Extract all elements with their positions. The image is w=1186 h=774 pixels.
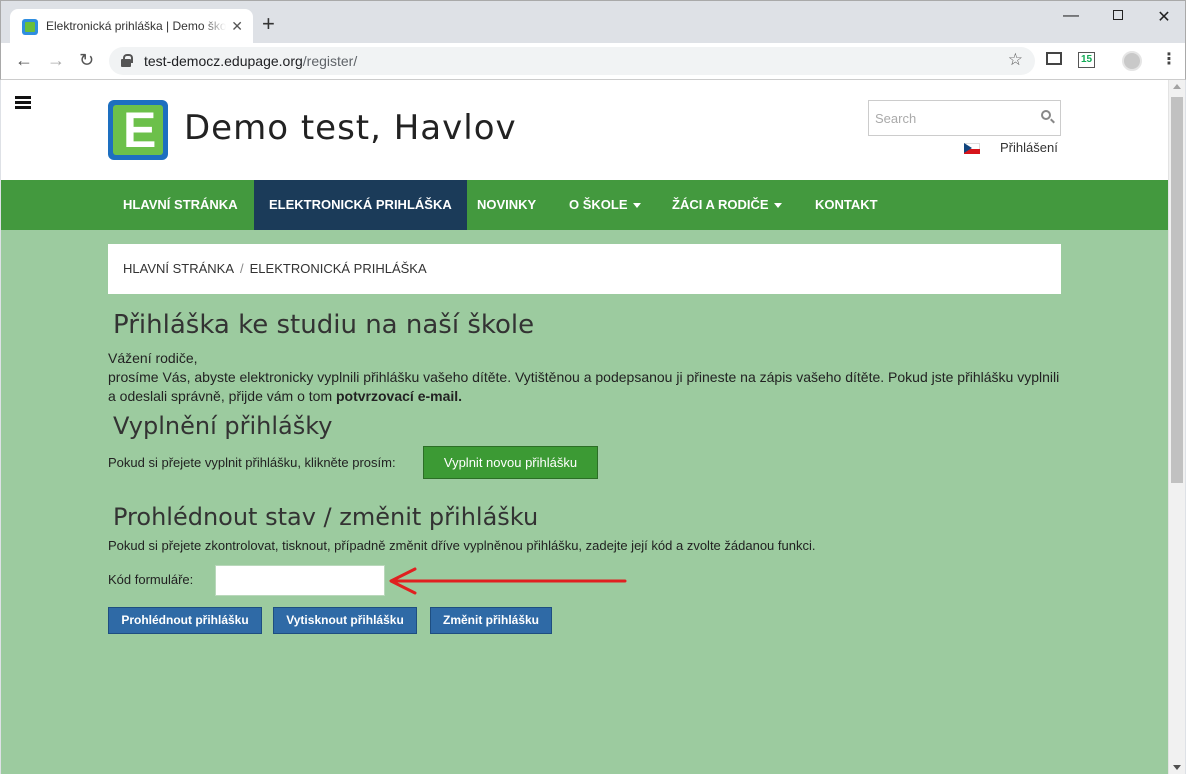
view-application-button[interactable]: Prohlédnout přihlášku bbox=[108, 607, 262, 634]
breadcrumb-current[interactable]: ELEKTRONICKÁ PRIHLÁŠKA bbox=[250, 261, 427, 276]
view-heading: Prohlédnout stav / změnit přihlášku bbox=[113, 503, 539, 531]
site-title[interactable]: Demo test, Havlov bbox=[184, 108, 517, 148]
breadcrumb: HLAVNÍ STRÁNKA / ELEKTRONICKÁ PRIHLÁŠKA bbox=[108, 244, 1061, 294]
fill-instruction: Pokud si přejete vyplnit přihlášku, klik… bbox=[108, 455, 396, 470]
view-instruction: Pokud si přejete zkontrolovat, tisknout,… bbox=[108, 538, 816, 553]
nav-item-about-school[interactable]: O ŠKOLE bbox=[554, 180, 656, 230]
fill-new-application-button[interactable]: Vyplnit novou přihlášku bbox=[423, 446, 598, 479]
back-button[interactable]: ← bbox=[15, 50, 33, 71]
nav-item-contact[interactable]: KONTAKT bbox=[800, 180, 893, 230]
page-viewport: E Demo test, Havlov Přihlášení HLAVNÍ ST… bbox=[1, 80, 1168, 774]
intro-text: Vážení rodiče, prosíme Vás, abyste elekt… bbox=[108, 349, 1068, 406]
nav-item-electronic-application[interactable]: ELEKTRONICKÁ PRIHLÁŠKA bbox=[254, 180, 467, 230]
lock-icon bbox=[121, 54, 133, 67]
forward-button[interactable]: → bbox=[47, 50, 65, 71]
browser-toolbar: ← → ↻ test-democz.edupage.org/register/ … bbox=[0, 43, 1186, 80]
chevron-down-icon bbox=[773, 203, 782, 209]
form-code-input[interactable] bbox=[215, 565, 385, 596]
tab-close-icon[interactable]: ✕ bbox=[231, 18, 243, 35]
fill-heading: Vyplnění přihlášky bbox=[113, 412, 333, 440]
nav-label: O ŠKOLE bbox=[569, 197, 628, 212]
window-minimize-button[interactable]: — bbox=[1059, 7, 1083, 27]
nav-item-students-parents[interactable]: ŽÁCI A RODIČE bbox=[657, 180, 797, 230]
site-header: E Demo test, Havlov Přihlášení bbox=[1, 80, 1168, 180]
browser-tab[interactable]: Elektronická prihláška | Demo škola ✕ bbox=[10, 9, 253, 45]
change-application-button[interactable]: Změnit přihlášku bbox=[430, 607, 552, 634]
scroll-up-arrow-icon[interactable] bbox=[1173, 84, 1181, 89]
intro-greeting: Vážení rodiče, bbox=[108, 350, 198, 366]
form-code-label: Kód formuláře: bbox=[108, 572, 194, 587]
nav-item-news[interactable]: NOVINKY bbox=[462, 180, 551, 230]
nav-label: ŽÁCI A RODIČE bbox=[672, 197, 769, 212]
breadcrumb-separator: / bbox=[240, 261, 244, 276]
bookmark-star-icon[interactable]: ☆ bbox=[1008, 50, 1023, 70]
login-link[interactable]: Přihlášení bbox=[1000, 140, 1058, 155]
print-application-button[interactable]: Vytisknout přihlášku bbox=[273, 607, 417, 634]
nav-label: NOVINKY bbox=[477, 197, 537, 212]
profile-avatar[interactable] bbox=[1122, 51, 1142, 71]
chevron-down-icon bbox=[632, 203, 641, 209]
cast-icon[interactable] bbox=[1046, 52, 1062, 65]
search-input[interactable] bbox=[869, 101, 1029, 135]
nav-label: ELEKTRONICKÁ PRIHLÁŠKA bbox=[269, 197, 452, 212]
main-navigation: HLAVNÍ STRÁNKA ELEKTRONICKÁ PRIHLÁŠKA NO… bbox=[1, 180, 1168, 230]
intro-bold: potvrzovací e-mail. bbox=[336, 388, 463, 404]
new-tab-button[interactable]: + bbox=[262, 13, 275, 35]
reload-button[interactable]: ↻ bbox=[79, 50, 94, 71]
address-bar[interactable]: test-democz.edupage.org/register/ ☆ bbox=[109, 47, 1035, 75]
page-scrollbar[interactable] bbox=[1168, 80, 1185, 774]
search-icon[interactable] bbox=[1041, 110, 1051, 120]
intro-body: prosíme Vás, abyste elektronicky vyplnil… bbox=[108, 369, 1060, 404]
tab-title: Elektronická prihláška | Demo škola bbox=[46, 19, 226, 33]
nav-item-home[interactable]: HLAVNÍ STRÁNKA bbox=[108, 180, 253, 230]
calendar-extension-icon[interactable]: 15 bbox=[1078, 52, 1095, 68]
search-box bbox=[868, 100, 1061, 136]
edupage-favicon-icon bbox=[22, 19, 38, 35]
red-arrow-annotation bbox=[389, 567, 627, 595]
site-logo[interactable]: E bbox=[108, 100, 168, 160]
nav-label: KONTAKT bbox=[815, 197, 878, 212]
hamburger-menu-icon[interactable] bbox=[15, 96, 31, 109]
browser-menu-icon[interactable]: ⋮ bbox=[1161, 49, 1177, 69]
url-text[interactable]: test-democz.edupage.org/register/ bbox=[144, 53, 357, 69]
scrollbar-thumb[interactable] bbox=[1171, 97, 1183, 483]
window-close-button[interactable]: ✕ bbox=[1152, 7, 1176, 27]
czech-flag-icon[interactable] bbox=[964, 143, 980, 154]
nav-label: HLAVNÍ STRÁNKA bbox=[123, 197, 238, 212]
breadcrumb-home[interactable]: HLAVNÍ STRÁNKA bbox=[123, 261, 234, 276]
window-maximize-button[interactable] bbox=[1113, 10, 1123, 20]
url-path: /register/ bbox=[302, 53, 358, 69]
page-title: Přihláška ke studiu na naší škole bbox=[113, 310, 535, 340]
scroll-down-arrow-icon[interactable] bbox=[1173, 765, 1181, 770]
url-host: test-democz.edupage.org bbox=[144, 53, 303, 69]
browser-titlebar: Elektronická prihláška | Demo škola ✕ + … bbox=[0, 0, 1186, 45]
logo-letter: E bbox=[123, 102, 157, 158]
